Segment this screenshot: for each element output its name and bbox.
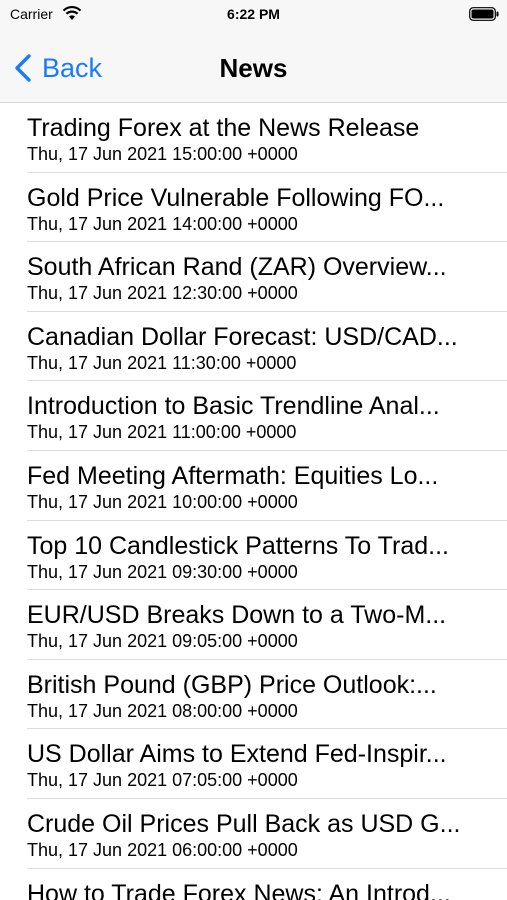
- news-item[interactable]: Top 10 Candlestick Patterns To Trad... T…: [0, 521, 507, 591]
- news-item[interactable]: Gold Price Vulnerable Following FO... Th…: [0, 173, 507, 243]
- news-date: Thu, 17 Jun 2021 09:05:00 +0000: [27, 631, 298, 652]
- news-date: Thu, 17 Jun 2021 07:05:00 +0000: [27, 770, 298, 791]
- news-title: Canadian Dollar Forecast: USD/CAD...: [27, 322, 458, 351]
- news-title: South African Rand (ZAR) Overview...: [27, 253, 447, 282]
- news-date: Thu, 17 Jun 2021 12:30:00 +0000: [27, 283, 298, 304]
- news-item[interactable]: Crude Oil Prices Pull Back as USD G... T…: [0, 799, 507, 869]
- news-date: Thu, 17 Jun 2021 14:00:00 +0000: [27, 213, 298, 234]
- news-date: Thu, 17 Jun 2021 11:30:00 +0000: [27, 352, 297, 373]
- news-title: Fed Meeting Aftermath: Equities Lo...: [27, 461, 439, 490]
- news-item[interactable]: South African Rand (ZAR) Overview... Thu…: [0, 242, 507, 312]
- news-item[interactable]: British Pound (GBP) Price Outlook:... Th…: [0, 660, 507, 730]
- news-item[interactable]: Introduction to Basic Trendline Anal... …: [0, 381, 507, 451]
- news-date: Thu, 17 Jun 2021 10:00:00 +0000: [27, 491, 298, 512]
- news-date: Thu, 17 Jun 2021 11:00:00 +0000: [27, 422, 297, 443]
- news-title: US Dollar Aims to Extend Fed-Inspir...: [27, 740, 447, 769]
- news-item[interactable]: Trading Forex at the News Release Thu, 1…: [0, 103, 507, 173]
- news-date: Thu, 17 Jun 2021 15:00:00 +0000: [27, 144, 298, 164]
- page-title: News: [219, 53, 288, 83]
- news-title: Introduction to Basic Trendline Anal...: [27, 392, 440, 421]
- battery-icon: [469, 7, 499, 21]
- news-item[interactable]: US Dollar Aims to Extend Fed-Inspir... T…: [0, 729, 507, 799]
- news-item[interactable]: How to Trade Forex News: An Introd...: [0, 869, 507, 900]
- news-title: Trading Forex at the News Release: [27, 114, 420, 142]
- navigation-bar: Back News: [0, 30, 507, 103]
- news-list: Trading Forex at the News Release Thu, 1…: [0, 103, 507, 900]
- status-bar: Carrier 6:22 PM: [0, 0, 507, 30]
- news-title: Crude Oil Prices Pull Back as USD G...: [27, 809, 461, 838]
- news-date: Thu, 17 Jun 2021 06:00:00 +0000: [27, 839, 298, 860]
- news-title: Gold Price Vulnerable Following FO...: [27, 183, 445, 212]
- news-title: Top 10 Candlestick Patterns To Trad...: [27, 531, 449, 560]
- status-time: 6:22 PM: [227, 6, 280, 22]
- news-item[interactable]: Fed Meeting Aftermath: Equities Lo... Th…: [0, 451, 507, 521]
- news-title: How to Trade Forex News: An Introd...: [27, 879, 451, 900]
- news-item[interactable]: EUR/USD Breaks Down to a Two-M... Thu, 1…: [0, 590, 507, 660]
- news-title: British Pound (GBP) Price Outlook:...: [27, 670, 437, 699]
- news-date: Thu, 17 Jun 2021 09:30:00 +0000: [27, 561, 298, 582]
- news-date: Thu, 17 Jun 2021 08:00:00 +0000: [27, 700, 298, 721]
- news-title: EUR/USD Breaks Down to a Two-M...: [27, 601, 447, 630]
- news-item[interactable]: Canadian Dollar Forecast: USD/CAD... Thu…: [0, 312, 507, 382]
